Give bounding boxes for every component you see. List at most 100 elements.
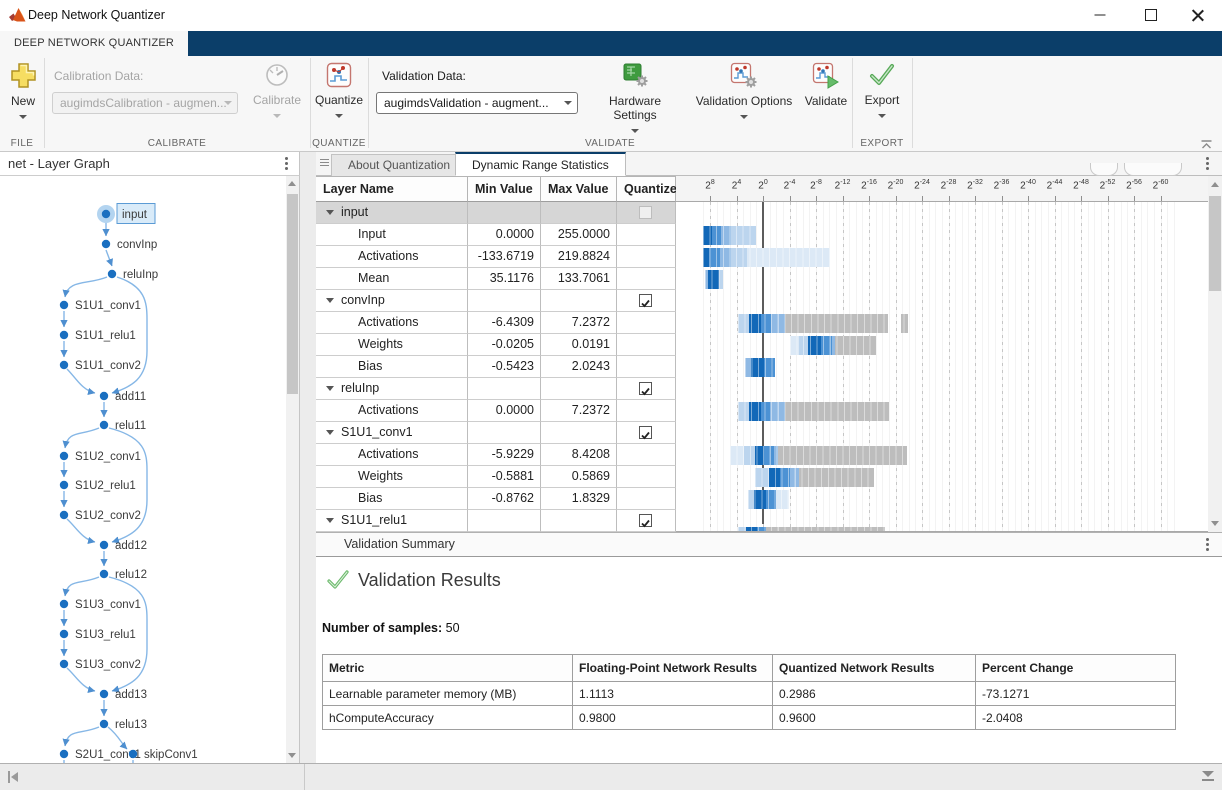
quantize-checkbox-checked[interactable]	[639, 382, 652, 395]
graph-node-S1U3_conv1[interactable]	[60, 600, 68, 608]
graph-node-input[interactable]	[102, 210, 110, 218]
cell-quantize	[617, 356, 676, 378]
graph-node-add13[interactable]	[100, 690, 108, 698]
pan-control-pill-icon[interactable]	[1124, 163, 1182, 176]
stats-row-S1U1_relu1[interactable]: S1U1_relu1	[316, 510, 676, 532]
statistics-menu-icon[interactable]	[1200, 156, 1214, 172]
histogram-bar[interactable]	[705, 270, 724, 289]
stats-row-Activations[interactable]: Activations-133.6719219.8824	[316, 246, 676, 268]
quantize-button[interactable]: Quantize	[314, 62, 364, 121]
new-dropdown-caret[interactable]	[19, 115, 27, 119]
graph-node-convInp[interactable]	[102, 240, 110, 248]
maximize-button[interactable]	[1129, 0, 1173, 30]
graph-node-reluInp[interactable]	[108, 270, 116, 278]
histogram-bar[interactable]	[745, 358, 775, 377]
cell-quantize	[617, 400, 676, 422]
histogram-bar[interactable]	[790, 336, 876, 355]
export-button[interactable]: Export	[860, 62, 904, 121]
quantize-checkbox-checked[interactable]	[639, 514, 652, 527]
graph-node-add11[interactable]	[100, 392, 108, 400]
stats-row-Input[interactable]: Input0.0000255.0000	[316, 224, 676, 246]
collapse-ribbon-icon[interactable]	[1200, 140, 1213, 150]
graph-node-skipConv1[interactable]	[129, 750, 137, 758]
layer-graph-menu-icon[interactable]	[279, 156, 293, 172]
collapse-triangle-icon[interactable]	[326, 210, 334, 215]
column-header-layer-name[interactable]: Layer Name	[316, 176, 468, 202]
calibration-data-combo[interactable]: augimdsCalibration - augmen...	[52, 92, 238, 114]
hardware-settings-caret[interactable]	[631, 129, 639, 133]
collapse-triangle-icon[interactable]	[326, 298, 334, 303]
graph-node-S1U3_conv2[interactable]	[60, 660, 68, 668]
histogram-bar[interactable]	[703, 248, 830, 267]
collapse-triangle-icon[interactable]	[326, 430, 334, 435]
export-dropdown-caret[interactable]	[878, 114, 886, 118]
stats-row-Activations[interactable]: Activations-6.43097.2372	[316, 312, 676, 334]
tab-about-quantization[interactable]: About Quantization	[331, 154, 467, 176]
validation-data-combo[interactable]: augimdsValidation - augment...	[376, 92, 578, 114]
gridline-minor	[995, 202, 996, 532]
stats-row-Mean[interactable]: Mean35.1176133.7061	[316, 268, 676, 290]
stats-row-Activations[interactable]: Activations-5.92298.4208	[316, 444, 676, 466]
hardware-settings-button[interactable]: Hardware Settings	[588, 62, 682, 136]
stats-row-Weights[interactable]: Weights-0.58810.5869	[316, 466, 676, 488]
validate-button[interactable]: Validate	[802, 62, 850, 108]
graph-node-S1U1_conv1[interactable]	[60, 301, 68, 309]
validation-options-caret[interactable]	[740, 115, 748, 119]
stats-row-reluInp[interactable]: reluInp	[316, 378, 676, 400]
graph-node-relu12[interactable]	[100, 570, 108, 578]
validation-summary-menu-icon[interactable]	[1200, 537, 1214, 553]
histogram-bar[interactable]	[748, 490, 790, 509]
stats-row-Weights[interactable]: Weights-0.02050.0191	[316, 334, 676, 356]
tab-dynamic-range-statistics[interactable]: Dynamic Range Statistics	[455, 152, 626, 176]
graph-node-relu11[interactable]	[100, 421, 108, 429]
histogram-bar[interactable]	[738, 402, 889, 421]
graph-node-S1U2_conv2[interactable]	[60, 511, 68, 519]
stats-row-Bias[interactable]: Bias-0.87621.8329	[316, 488, 676, 510]
collapse-triangle-icon[interactable]	[326, 386, 334, 391]
histogram-segment	[708, 270, 719, 289]
histogram-segment	[785, 402, 889, 421]
new-button[interactable]: New	[4, 62, 42, 122]
graph-node-S1U1_conv2[interactable]	[60, 361, 68, 369]
histogram-bar[interactable]	[738, 314, 908, 333]
layer-graph-panel[interactable]: inputconvInpreluInpS1U1_conv1S1U1_relu1S…	[0, 176, 300, 763]
gridline-minor	[1068, 202, 1069, 532]
stats-row-input[interactable]: input	[316, 202, 676, 224]
graph-node-S2U1_conv1[interactable]	[60, 750, 68, 758]
validation-options-button[interactable]: Validation Options	[694, 62, 794, 122]
calibrate-button[interactable]: Calibrate	[248, 62, 306, 121]
close-button[interactable]	[1176, 0, 1220, 30]
panel-splitter[interactable]	[300, 152, 316, 763]
tab-grip-icon[interactable]	[320, 159, 329, 168]
collapse-triangle-icon[interactable]	[326, 518, 334, 523]
histogram-bar[interactable]	[703, 226, 756, 245]
zoom-control-pill-icon[interactable]	[1090, 163, 1118, 176]
column-header-max-value[interactable]: Max Value	[541, 176, 617, 202]
graph-node-label: S1U3_relu1	[75, 629, 136, 641]
column-header-min-value[interactable]: Min Value	[468, 176, 541, 202]
stats-row-S1U1_conv1[interactable]: S1U1_conv1	[316, 422, 676, 444]
layer-graph-scrollbar[interactable]	[286, 176, 299, 763]
quantize-checkbox-checked[interactable]	[639, 426, 652, 439]
gridline-minor	[1174, 202, 1175, 532]
histogram-bar[interactable]	[755, 468, 874, 487]
quantize-checkbox-disabled[interactable]	[639, 206, 652, 219]
quantize-dropdown-caret[interactable]	[335, 114, 343, 118]
histogram-bar[interactable]	[730, 446, 907, 465]
graph-node-add12[interactable]	[100, 541, 108, 549]
collapse-bottom-panel-icon[interactable]	[1202, 771, 1214, 781]
ribbon-tab-deep-network-quantizer[interactable]: DEEP NETWORK QUANTIZER	[0, 31, 188, 56]
graph-node-S1U2_conv1[interactable]	[60, 452, 68, 460]
stats-row-convInp[interactable]: convInp	[316, 290, 676, 312]
stats-row-Bias[interactable]: Bias-0.54232.0243	[316, 356, 676, 378]
column-header-quantize[interactable]: Quantize	[617, 176, 676, 202]
layer-graph-canvas[interactable]: inputconvInpreluInpS1U1_conv1S1U1_relu1S…	[0, 176, 286, 763]
graph-node-relu13[interactable]	[100, 720, 108, 728]
stats-row-Activations[interactable]: Activations0.00007.2372	[316, 400, 676, 422]
graph-node-S1U1_relu1[interactable]	[60, 331, 68, 339]
histogram-scrollbar[interactable]	[1208, 176, 1222, 532]
minimize-button[interactable]	[1078, 0, 1122, 30]
graph-node-S1U2_relu1[interactable]	[60, 481, 68, 489]
graph-node-S1U3_relu1[interactable]	[60, 630, 68, 638]
quantize-checkbox-checked[interactable]	[639, 294, 652, 307]
